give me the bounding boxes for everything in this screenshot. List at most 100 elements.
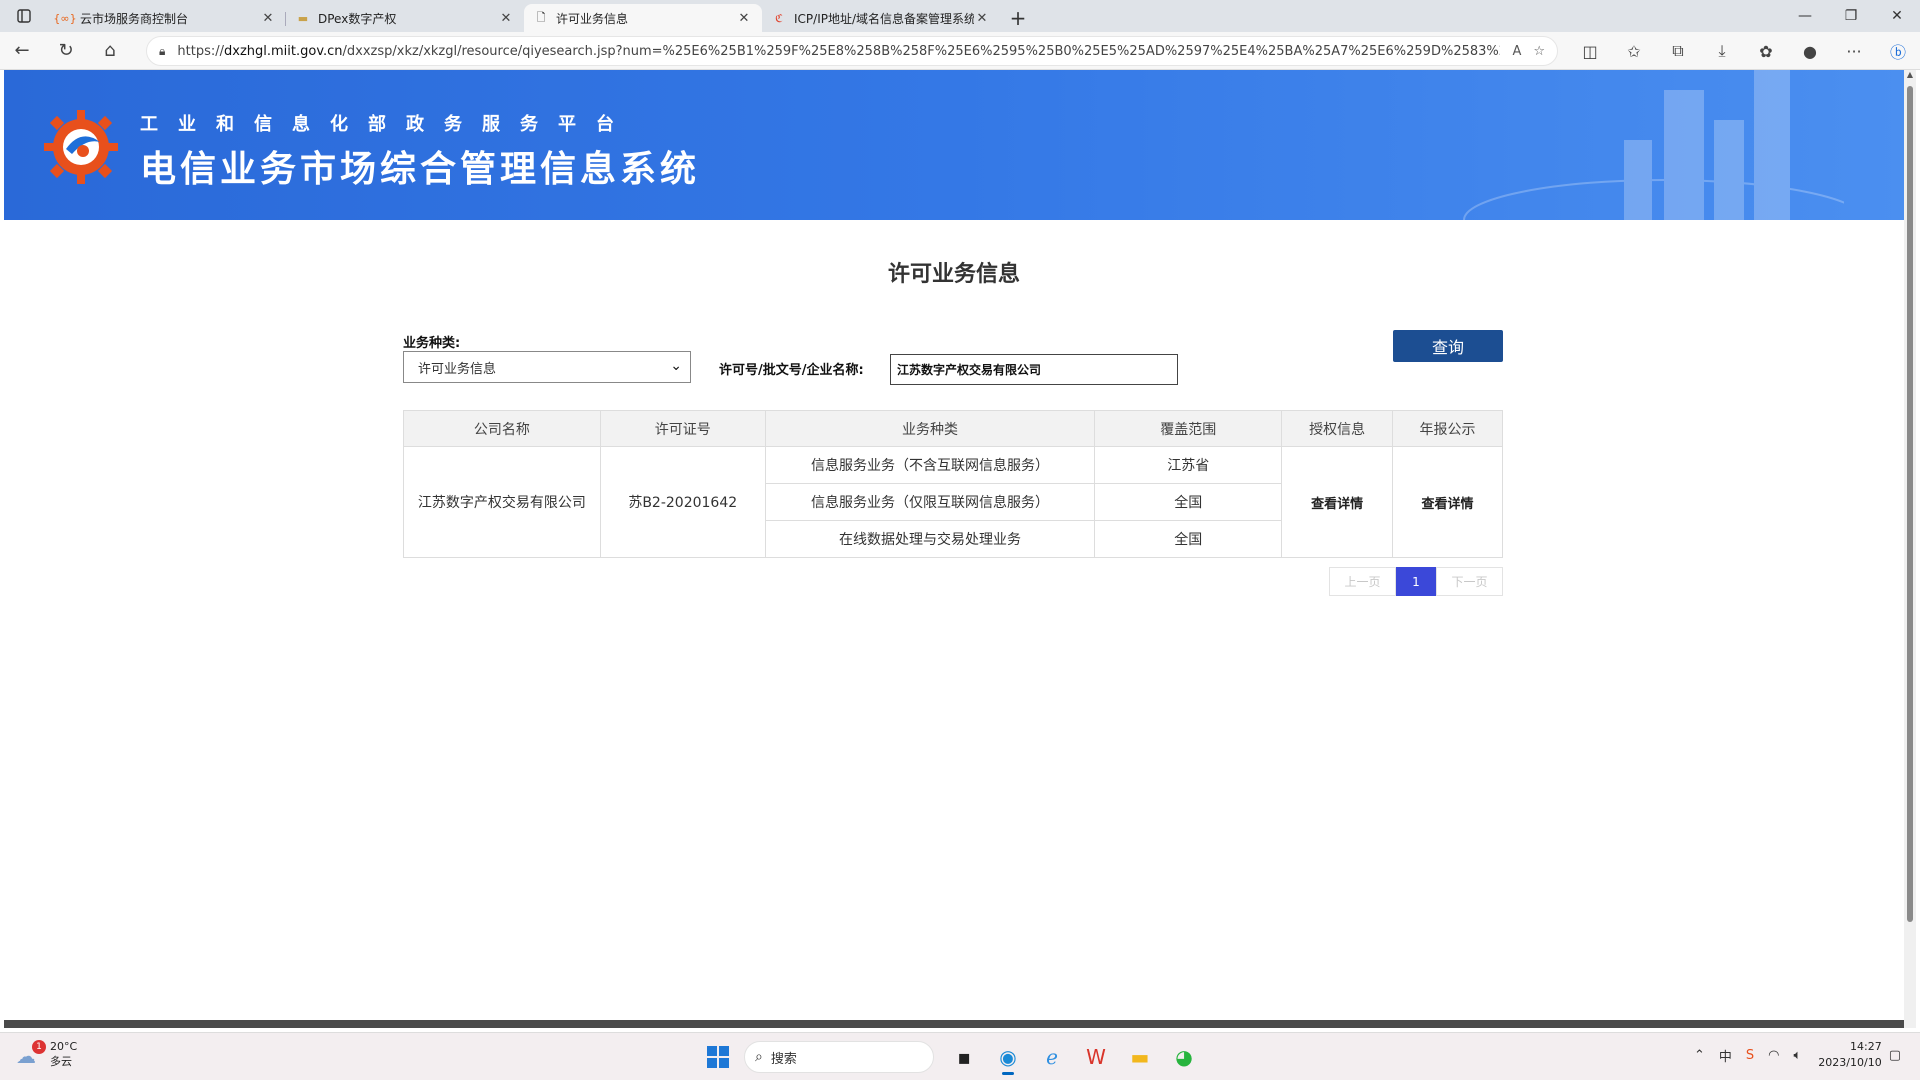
active-indicator	[1002, 1072, 1014, 1075]
volume-muted-icon[interactable]: 🔈︎	[1793, 1048, 1801, 1063]
scope-cell: 江苏省	[1094, 446, 1283, 484]
taskbar: ☁ 1 20°C 多云 ⌕ 搜索 ▪ ◉ ℯ W ▬ ◕ ⌃ 中 S ◠ 🔈︎ …	[0, 1032, 1920, 1080]
address-bar[interactable]: 🔒︎ https://dxzhgl.miit.gov.cn/dxxzsp/xkz…	[146, 36, 1558, 66]
tab-strip: {∞} 云市场服务商控制台 ✕ ▬ DPex数字产权 ✕ 🗋 许可业务信息 ✕ …	[0, 0, 1920, 32]
profile-avatar[interactable]: ●	[1788, 42, 1832, 61]
restore-icon[interactable]: ❐	[1828, 0, 1874, 32]
tab-title: DPex数字产权	[318, 11, 397, 26]
wechat-icon[interactable]: ◕	[1162, 1039, 1206, 1075]
col-header-scope: 覆盖范围	[1094, 410, 1283, 447]
scope-cell: 全国	[1094, 483, 1283, 521]
business-type-select[interactable]: 许可业务信息 ⌄	[403, 351, 691, 383]
url-text[interactable]: https://dxzhgl.miit.gov.cn/dxxzsp/xkz/xk…	[177, 44, 1500, 59]
tray-overflow-icon[interactable]: ⌃	[1694, 1048, 1705, 1063]
query-input[interactable]: 江苏数字产权交易有限公司	[890, 354, 1178, 385]
banner-title: 电信业务市场综合管理信息系统	[140, 149, 701, 190]
collections-icon[interactable]: ⧉	[1656, 41, 1700, 61]
copilot-icon[interactable]: ⓑ	[1876, 39, 1920, 63]
auth-detail-link[interactable]: 查看详情	[1311, 497, 1363, 512]
refresh-icon[interactable]: ↻	[44, 32, 88, 70]
col-header-auth: 授权信息	[1281, 410, 1394, 447]
col-header-license: 许可证号	[599, 410, 766, 447]
read-aloud-icon[interactable]: A	[1512, 44, 1521, 59]
chevron-down-icon: ⌄	[670, 358, 682, 374]
close-window-icon[interactable]: ✕	[1874, 0, 1920, 32]
favorite-star-icon[interactable]: ☆	[1533, 44, 1545, 59]
report-cell: 查看详情	[1392, 446, 1503, 558]
search-placeholder: 搜索	[770, 1051, 797, 1067]
tab-3[interactable]: ℭ ICP/IP地址/域名信息备案管理系统 ✕	[762, 4, 1000, 32]
business-cell: 在线数据处理与交易处理业务	[764, 520, 1096, 558]
close-icon[interactable]: ✕	[260, 11, 276, 26]
back-icon[interactable]: ←	[0, 32, 44, 70]
scrollbar-thumb[interactable]	[1907, 86, 1913, 922]
taskbar-search[interactable]: ⌕ 搜索	[744, 1041, 934, 1073]
plus-icon: +	[1009, 6, 1027, 30]
tab-1[interactable]: ▬ DPex数字产权 ✕	[286, 4, 524, 32]
tab-actions-button[interactable]	[0, 0, 48, 32]
downloads-icon[interactable]: ⤓	[1700, 41, 1744, 61]
wps-office-icon[interactable]: W	[1074, 1039, 1118, 1075]
next-page-button[interactable]: 下一页	[1436, 567, 1503, 596]
close-icon[interactable]: ✕	[498, 11, 514, 26]
page-icon: 🗋	[536, 10, 546, 24]
taskbar-apps: ⌕ 搜索 ▪ ◉ ℯ W ▬ ◕	[700, 1039, 1206, 1075]
business-cell: 信息服务业务（仅限互联网信息服务）	[764, 483, 1096, 521]
minimize-icon[interactable]: —	[1782, 0, 1828, 32]
col-header-report: 年报公示	[1392, 410, 1503, 447]
clock-date: 2023/10/10	[1818, 1056, 1882, 1069]
window-controls: — ❐ ✕	[1782, 0, 1920, 32]
system-tray: ⌃ 中 S ◠ 🔈︎ 14:27 2023/10/10 ▢	[1687, 1039, 1908, 1071]
business-type-label: 业务种类:	[403, 336, 461, 351]
license-cell: 苏B2-20201642	[599, 446, 766, 558]
url-domain: dxzhgl.miit.gov.cn	[224, 43, 343, 59]
col-header-company: 公司名称	[403, 410, 601, 447]
query-button[interactable]: 查询	[1393, 330, 1503, 362]
close-icon[interactable]: ✕	[974, 11, 990, 26]
url-scheme: https://	[177, 43, 224, 59]
sogou-icon[interactable]: S	[1746, 1048, 1754, 1063]
browser-toolbar: ← ↻ ⌂ 🔒︎ https://dxzhgl.miit.gov.cn/dxxz…	[0, 32, 1920, 70]
horizontal-scrollbar[interactable]	[4, 1020, 1904, 1028]
split-screen-icon[interactable]: ◫	[1568, 42, 1612, 61]
tab-2[interactable]: 🗋 许可业务信息 ✕	[524, 4, 762, 32]
notification-icon[interactable]: ▢	[1889, 1048, 1901, 1063]
miit-logo-icon: ℭ	[775, 11, 783, 25]
file-explorer-icon[interactable]: ▬	[1118, 1039, 1162, 1075]
windows-logo-icon	[707, 1046, 729, 1068]
results-table: 公司名称 许可证号 业务种类 覆盖范围 授权信息 年报公示 江苏数字产权交易有限…	[403, 410, 1503, 558]
scroll-up-icon[interactable]: ▲	[1904, 70, 1916, 84]
clock-time: 14:27	[1850, 1040, 1882, 1053]
site-banner: 工业和信息化部政务服务平台 电信业务市场综合管理信息系统	[4, 70, 1904, 220]
prev-page-button[interactable]: 上一页	[1329, 567, 1396, 596]
col-header-business: 业务种类	[764, 410, 1096, 447]
tab-title: 许可业务信息	[556, 11, 629, 26]
edge-browser-icon[interactable]: ◉	[986, 1039, 1030, 1075]
vertical-scrollbar[interactable]: ▲	[1904, 70, 1916, 1028]
home-icon[interactable]: ⌂	[88, 32, 132, 70]
favorites-icon[interactable]: ✩	[1612, 42, 1656, 61]
clock[interactable]: 14:27 2023/10/10	[1818, 1039, 1881, 1071]
miit-gear-logo-icon	[44, 110, 118, 184]
query-label: 许可号/批文号/企业名称:	[719, 363, 864, 378]
start-button[interactable]	[700, 1039, 736, 1075]
extensions-icon[interactable]: ✿	[1744, 42, 1788, 61]
tab-0[interactable]: {∞} 云市场服务商控制台 ✕	[48, 4, 286, 32]
task-view-icon[interactable]: ▪	[942, 1039, 986, 1075]
banner-subtitle: 工业和信息化部政务服务平台	[140, 114, 634, 135]
close-icon[interactable]: ✕	[736, 11, 752, 26]
wifi-icon[interactable]: ◠	[1768, 1048, 1779, 1063]
ie-browser-icon[interactable]: ℯ	[1030, 1039, 1074, 1075]
input-method-icon[interactable]: 中	[1719, 1046, 1732, 1065]
pagination: 上一页 1 下一页	[1329, 567, 1503, 596]
report-detail-link[interactable]: 查看详情	[1422, 497, 1474, 512]
current-page-button[interactable]: 1	[1396, 567, 1436, 596]
lock-icon[interactable]: 🔒︎	[159, 44, 165, 59]
url-path: /dxxzsp/xkz/xkzgl/resource/qiyesearch.js…	[342, 43, 1501, 59]
cloud-logo-icon: {∞}	[53, 11, 77, 25]
weather-widget[interactable]: ☁ 1 20°C 多云	[16, 1039, 77, 1069]
auth-cell: 查看详情	[1281, 446, 1394, 558]
more-icon[interactable]: ···	[1832, 42, 1876, 61]
new-tab-button[interactable]: +	[1000, 4, 1036, 32]
weather-desc: 多云	[50, 1055, 72, 1068]
